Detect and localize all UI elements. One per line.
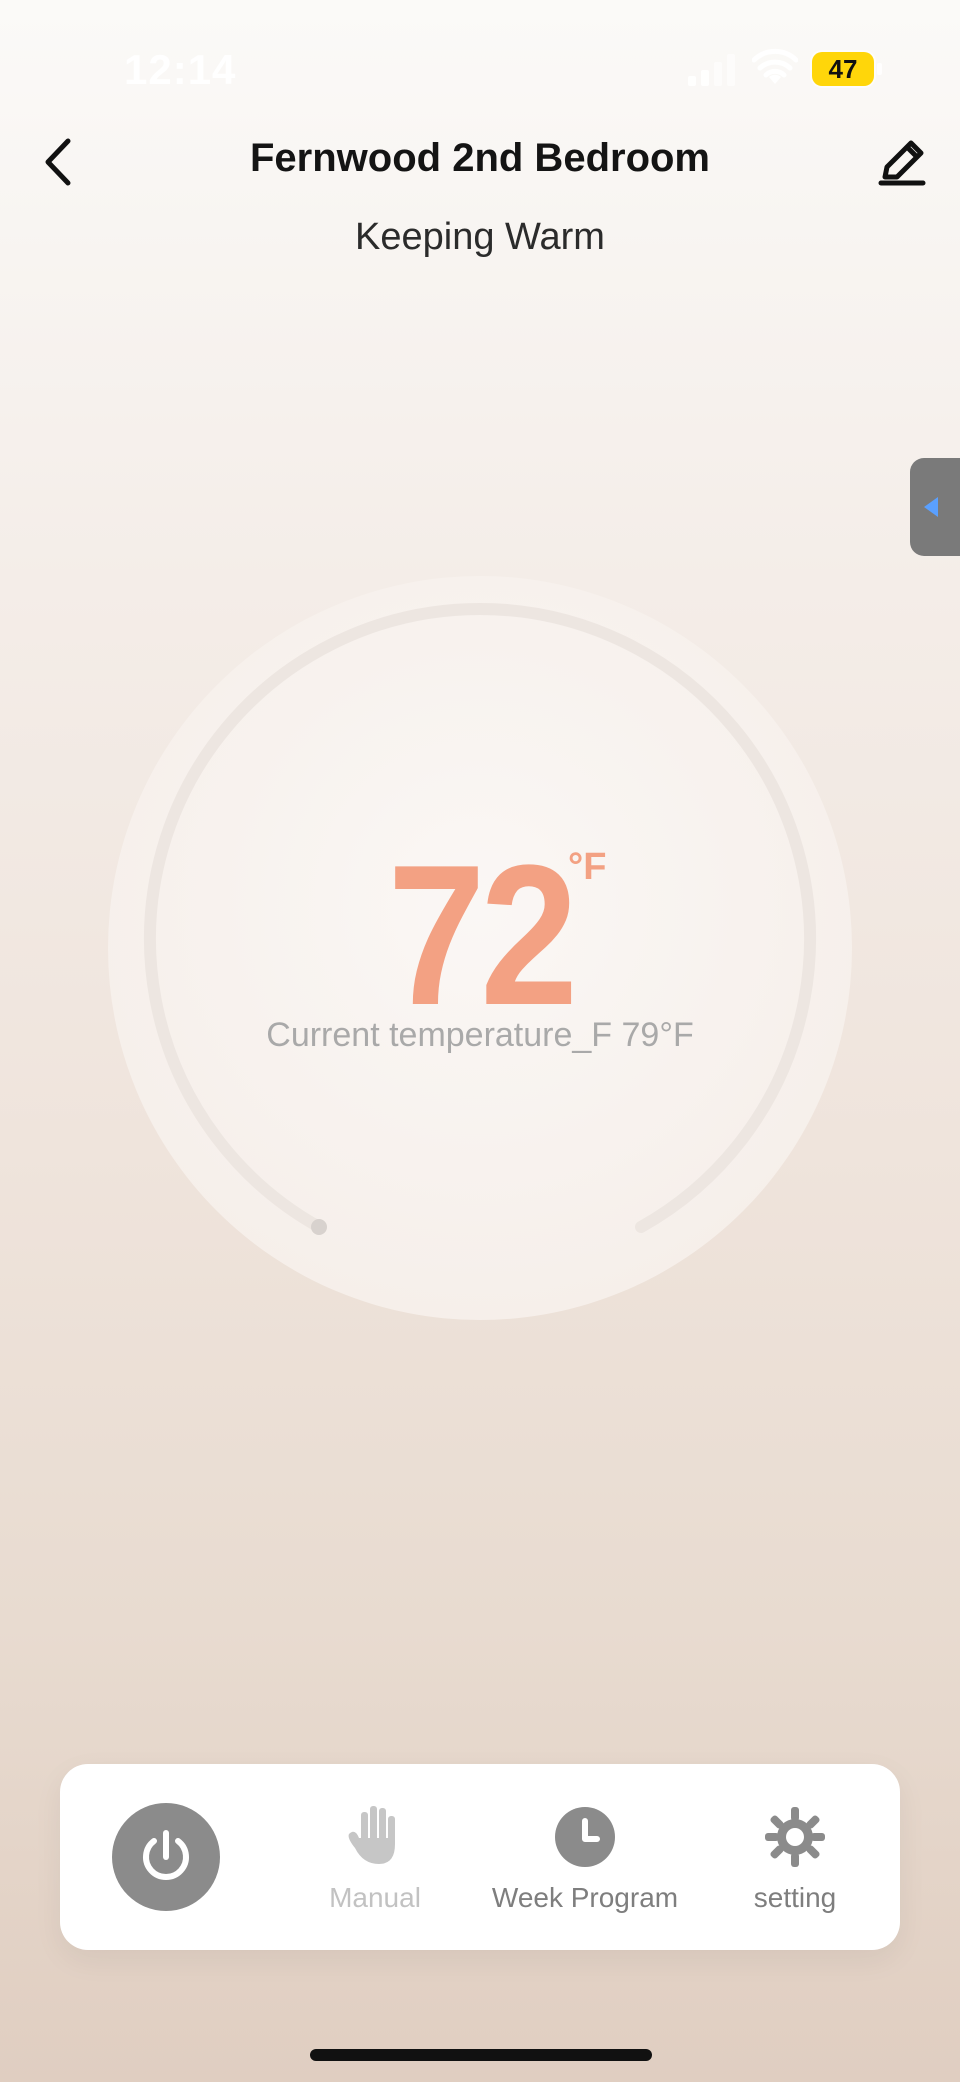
status-bar: 12:14 47 bbox=[0, 0, 960, 140]
chevron-left-icon bbox=[45, 138, 71, 186]
back-button[interactable] bbox=[26, 130, 90, 194]
nav-manual-label: Manual bbox=[329, 1882, 421, 1913]
bottom-navigation: Manual Week Program setting bbox=[60, 1764, 900, 1950]
nav-manual[interactable]: Manual bbox=[270, 1802, 480, 1922]
battery-level: 47 bbox=[828, 53, 858, 84]
mode-status: Keeping Warm bbox=[355, 216, 605, 258]
battery-indicator: 47 bbox=[812, 52, 882, 86]
thermostat-screen: 12:14 47 Fernwood 2nd Bedroom Keeping Wa… bbox=[0, 0, 960, 2082]
cellular-signal-icon bbox=[688, 52, 736, 86]
wifi-icon bbox=[752, 48, 798, 84]
nav-week-program-label: Week Program bbox=[491, 1882, 679, 1913]
edit-button[interactable] bbox=[870, 130, 934, 194]
pencil-icon bbox=[878, 140, 926, 186]
nav-setting-label: setting bbox=[753, 1882, 837, 1913]
current-temperature-label: Current temperature_F 79°F bbox=[266, 1016, 694, 1054]
header: Fernwood 2nd Bedroom Keeping Warm bbox=[0, 130, 960, 270]
status-time: 12:14 bbox=[124, 46, 237, 93]
power-button[interactable] bbox=[112, 1803, 220, 1911]
setpoint-unit: °F bbox=[568, 846, 607, 888]
device-title: Fernwood 2nd Bedroom bbox=[250, 136, 710, 180]
chevron-left-icon bbox=[924, 497, 938, 517]
clock-icon bbox=[550, 1802, 620, 1872]
setpoint-value: 72 bbox=[387, 824, 578, 1047]
side-drawer-tab[interactable] bbox=[910, 458, 960, 556]
temperature-dial[interactable]: 72 °F Current temperature_F 79°F bbox=[108, 576, 852, 1320]
gear-icon bbox=[760, 1802, 830, 1872]
home-indicator bbox=[310, 2049, 652, 2061]
power-icon bbox=[143, 1830, 189, 1880]
nav-week-program[interactable]: Week Program bbox=[480, 1802, 690, 1922]
nav-setting[interactable]: setting bbox=[690, 1802, 900, 1922]
setpoint-display: 72 °F bbox=[108, 836, 852, 1036]
hand-icon bbox=[340, 1802, 410, 1872]
